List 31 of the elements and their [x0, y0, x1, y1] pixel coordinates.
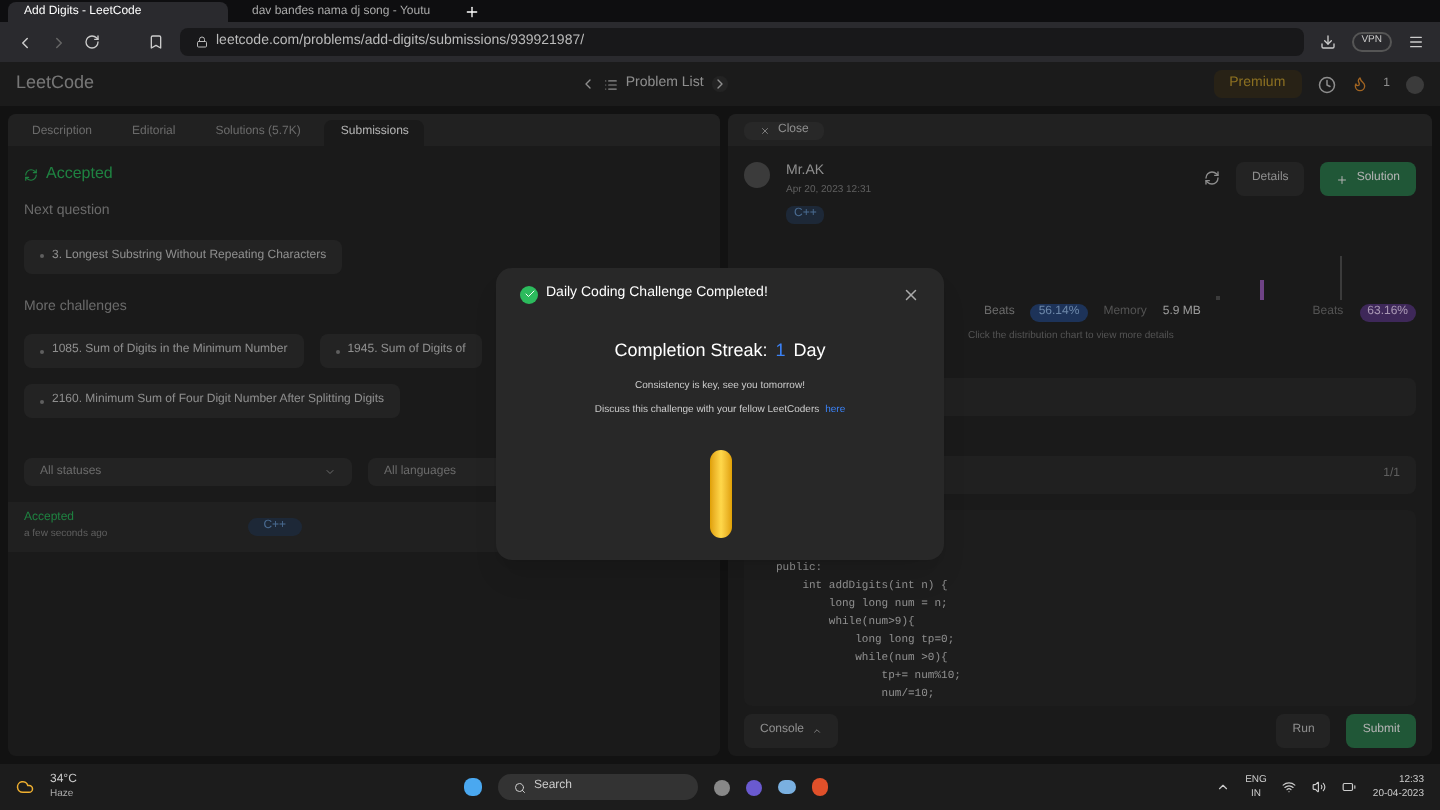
menu-icon[interactable] — [1408, 34, 1424, 50]
battery-icon[interactable] — [1342, 780, 1357, 794]
coin-icon — [709, 450, 731, 538]
check-icon — [520, 285, 538, 304]
status-icon — [24, 167, 38, 181]
chevron-up-icon — [812, 726, 823, 736]
back-icon[interactable] — [16, 33, 34, 51]
logo-text[interactable]: LeetCode — [16, 70, 95, 98]
weather-icon — [16, 778, 34, 796]
plus-icon — [1336, 173, 1349, 185]
tray-expand-icon[interactable] — [1215, 780, 1230, 794]
volume-icon[interactable] — [1312, 780, 1327, 794]
streak-unit: Day — [793, 337, 826, 364]
wifi-icon[interactable] — [1282, 780, 1297, 794]
close-icon[interactable] — [902, 285, 920, 304]
reload-icon[interactable] — [84, 34, 100, 50]
list-icon — [603, 77, 618, 91]
chevron-down-icon — [324, 466, 336, 478]
new-tab-icon[interactable] — [464, 4, 480, 20]
next-icon[interactable] — [711, 76, 728, 92]
refresh-icon[interactable] — [1203, 170, 1220, 186]
avatar-icon — [744, 162, 770, 188]
timer-icon[interactable] — [1317, 75, 1336, 93]
download-icon[interactable] — [1319, 34, 1336, 50]
lock-icon — [196, 36, 208, 48]
streak-value: 1 — [775, 337, 786, 363]
flame-icon — [1351, 76, 1368, 92]
bookmark-icon[interactable] — [148, 34, 164, 50]
streak-label: Completion Streak: — [614, 337, 768, 364]
accepted-status: Accepted — [46, 162, 113, 186]
search-icon — [513, 781, 526, 793]
